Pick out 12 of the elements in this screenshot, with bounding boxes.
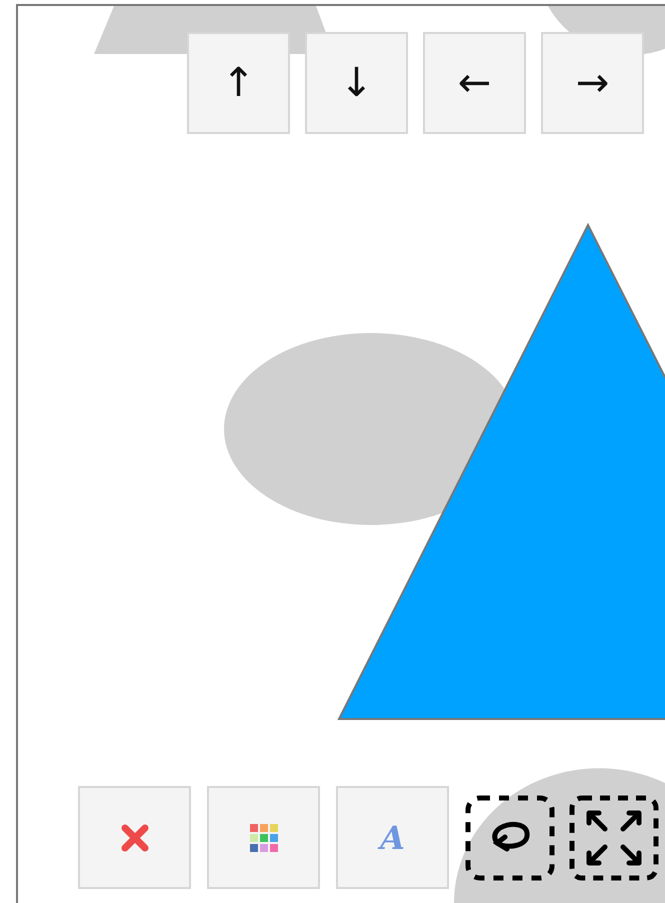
lasso-icon xyxy=(465,794,555,880)
color-grid-icon xyxy=(250,824,278,852)
move-button[interactable]: → xyxy=(541,32,644,134)
color-button[interactable] xyxy=(207,786,320,889)
delete-button[interactable] xyxy=(78,786,191,889)
move-button[interactable]: ↓ xyxy=(305,32,408,134)
close-icon xyxy=(120,822,150,852)
move-button[interactable]: ← xyxy=(423,32,526,134)
transform-button[interactable] xyxy=(569,794,659,880)
move-button[interactable]: ↑ xyxy=(187,32,290,134)
lasso-button[interactable] xyxy=(465,794,555,880)
resize-icon xyxy=(569,794,659,880)
